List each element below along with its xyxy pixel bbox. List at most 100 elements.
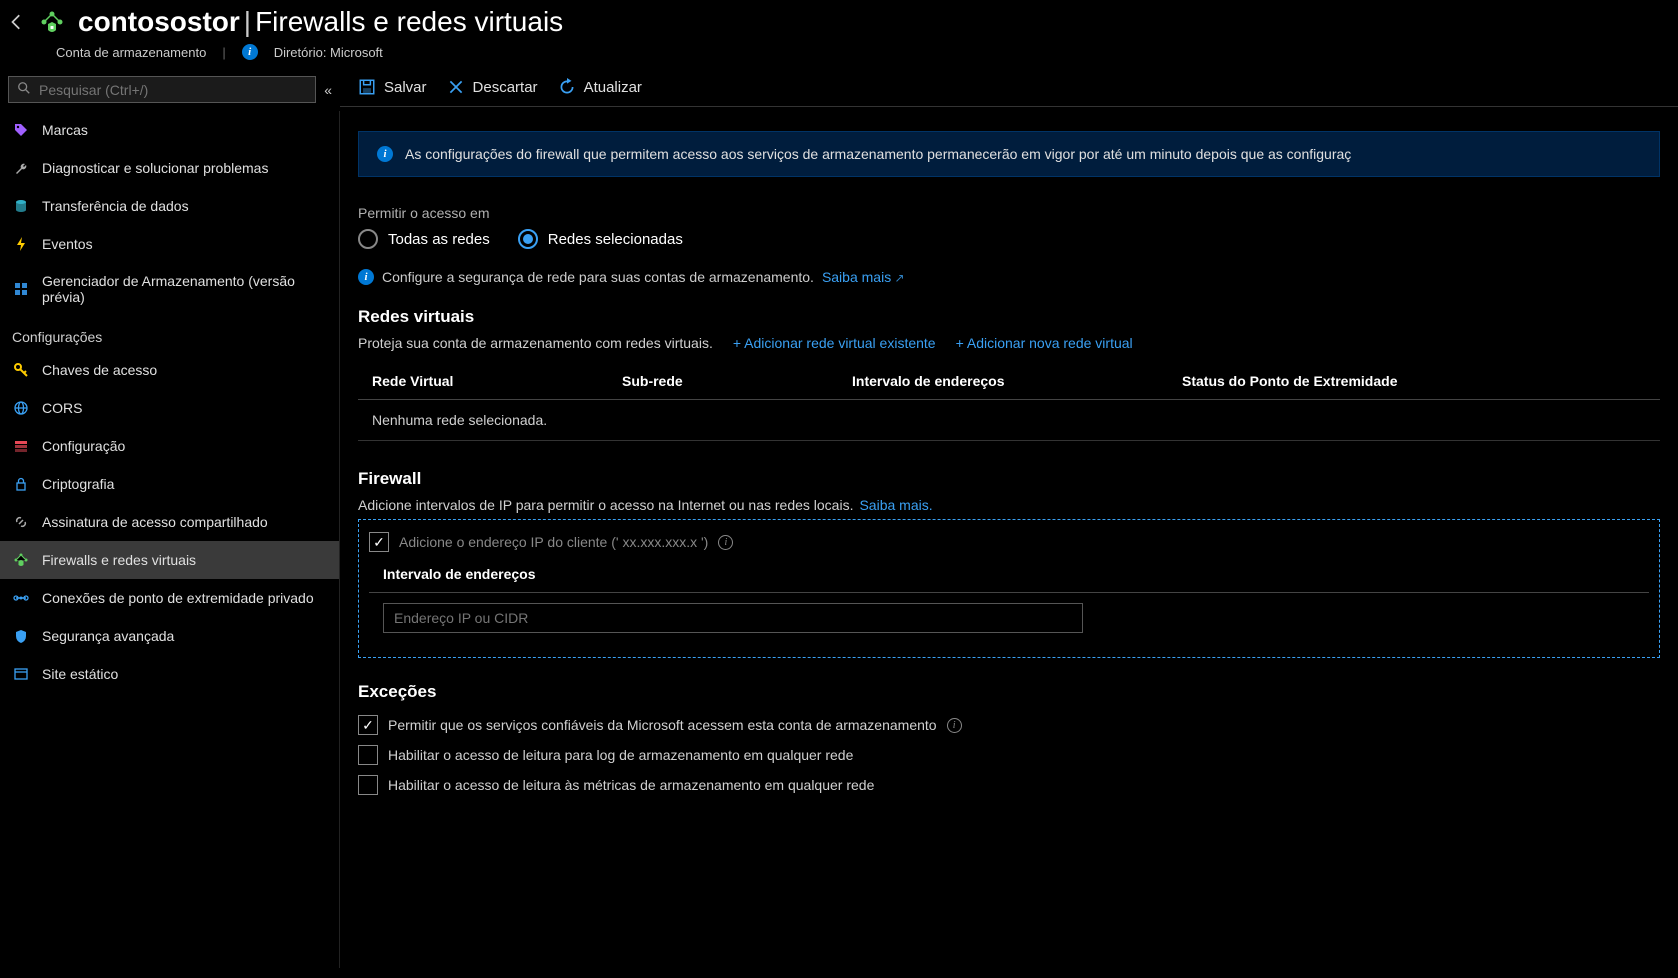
tag-icon [12,121,30,139]
sidebar-item[interactable]: Configuração [0,427,339,465]
sidebar-section-header: Configurações [0,315,339,351]
radio-label: Redes selecionadas [548,231,683,248]
wrench-icon [12,159,30,177]
sidebar-item[interactable]: Transferência de dados [0,187,339,225]
sidebar-item[interactable]: Conexões de ponto de extremidade privado [0,579,339,617]
radio-icon [358,229,378,249]
discard-icon [447,78,465,96]
sidebar-item-label: Firewalls e redes virtuais [42,552,196,568]
refresh-icon [558,78,576,96]
ip-range-input[interactable] [383,603,1083,633]
save-label: Salvar [384,79,427,96]
sidebar-item-label: Chaves de acesso [42,362,157,378]
main-content: Salvar Descartar Atualizar i As configur… [340,68,1678,968]
network-shield-icon [12,551,30,569]
trusted-services-checkbox[interactable] [358,715,378,735]
sidebar-item[interactable]: Segurança avançada [0,617,339,655]
radio-icon [518,229,538,249]
col-ip-range-header: Intervalo de endereços [383,566,1103,582]
sidebar: « Marcas Diagnosticar e solucionar proble… [0,68,340,968]
page-title: Firewalls e redes virtuais [255,6,563,37]
refresh-button[interactable]: Atualizar [558,78,642,96]
search-input[interactable] [39,82,307,98]
sidebar-item-label: Transferência de dados [42,198,189,214]
resource-type-label: Conta de armazenamento [56,45,206,60]
sidebar-search[interactable] [8,76,316,103]
sidebar-item-label: Configuração [42,438,125,454]
lock-icon [12,475,30,493]
endpoint-icon [12,589,30,607]
metrics-access-checkbox[interactable] [358,775,378,795]
info-icon[interactable]: i [947,718,962,733]
access-section-label: Permitir o acesso em [358,205,1660,221]
access-help-text: Configure a segurança de rede para suas … [382,269,814,285]
save-icon [358,78,376,96]
link-icon [12,513,30,531]
search-icon [17,81,31,98]
logging-access-checkbox[interactable] [358,745,378,765]
sidebar-item[interactable]: Marcas [0,111,339,149]
sidebar-item-label: Segurança avançada [42,628,174,644]
col-vnet-header: Rede Virtual [372,373,622,389]
info-icon: i [358,269,374,285]
sidebar-item[interactable]: Eventos [0,225,339,263]
discard-button[interactable]: Descartar [447,78,538,96]
sidebar-item[interactable]: Criptografia [0,465,339,503]
grid-icon [12,280,30,298]
firewall-learn-more-link[interactable]: Saiba mais. [859,497,932,513]
sidebar-item-label: Assinatura de acesso compartilhado [42,514,268,530]
firewall-highlight-box: Adicione o endereço IP do cliente (' xx.… [358,519,1660,658]
key-icon [12,361,30,379]
sidebar-item-label: Criptografia [42,476,114,492]
sidebar-item[interactable]: Gerenciador de Armazenamento (versão pré… [0,263,339,315]
exceptions-title: Exceções [358,682,1660,702]
discard-label: Descartar [473,79,538,96]
sidebar-item-label: Conexões de ponto de extremidade privado [42,590,314,606]
info-icon[interactable]: i [718,535,733,550]
firewall-title: Firewall [358,469,1660,489]
database-icon [12,197,30,215]
lightning-icon [12,235,30,253]
storage-account-shield-icon [38,8,66,36]
sidebar-item-label: Eventos [42,236,93,252]
radio-selected-networks[interactable]: Redes selecionadas [518,229,683,249]
client-ip-checkbox[interactable] [369,532,389,552]
sidebar-item[interactable]: Chaves de acesso [0,351,339,389]
refresh-label: Atualizar [584,79,642,96]
title-separator: | [244,6,251,37]
vnet-table: Rede Virtual Sub-rede Intervalo de ender… [358,363,1660,441]
save-button[interactable]: Salvar [358,78,427,96]
col-status-header: Status do Ponto de Extremidade [1182,373,1646,389]
sidebar-item[interactable]: Firewalls e redes virtuais [0,541,339,579]
sidebar-item[interactable]: Site estático [0,655,339,693]
radio-all-networks[interactable]: Todas as redes [358,229,490,249]
sidebar-item[interactable]: CORS [0,389,339,427]
sidebar-item-label: Diagnosticar e solucionar problemas [42,160,268,176]
radio-label: Todas as redes [388,231,490,248]
info-icon[interactable]: i [242,44,258,60]
collapse-sidebar-icon[interactable]: « [324,82,332,98]
sidebar-item-label: Site estático [42,666,118,682]
info-icon: i [377,146,393,162]
learn-more-link[interactable]: Saiba mais [822,269,905,285]
stack-icon [12,437,30,455]
client-ip-label: Adicione o endereço IP do cliente (' xx.… [399,534,708,550]
add-new-vnet-link[interactable]: + Adicionar nova rede virtual [956,335,1133,351]
sidebar-item-label: Marcas [42,122,88,138]
banner-text: As configurações do firewall que permite… [405,146,1351,162]
col-subnet-header: Sub-rede [622,373,852,389]
back-arrow-icon[interactable] [8,13,26,31]
col-range-header: Intervalo de endereços [852,373,1182,389]
add-existing-vnet-link[interactable]: + Adicionar rede virtual existente [733,335,936,351]
website-icon [12,665,30,683]
sidebar-item-label: CORS [42,400,82,416]
vnet-desc: Proteja sua conta de armazenamento com r… [358,335,713,351]
logging-access-label: Habilitar o acesso de leitura para log d… [388,747,853,763]
separator: | [222,45,225,60]
sidebar-item-label: Gerenciador de Armazenamento (versão pré… [42,273,327,305]
vnet-empty-row: Nenhuma rede selecionada. [358,400,1660,441]
sidebar-item[interactable]: Diagnosticar e solucionar problemas [0,149,339,187]
trusted-services-label: Permitir que os serviços confiáveis da M… [388,717,937,733]
globe-icon [12,399,30,417]
sidebar-item[interactable]: Assinatura de acesso compartilhado [0,503,339,541]
